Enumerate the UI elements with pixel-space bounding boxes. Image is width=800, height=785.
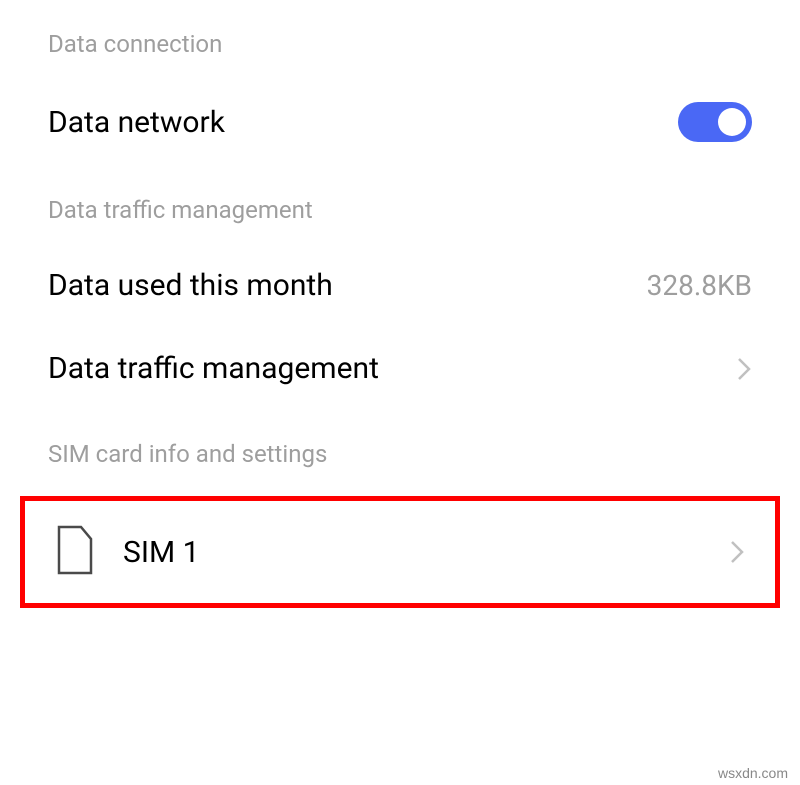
settings-page: Data connection Data network Data traffi… — [0, 0, 800, 608]
toggle-knob — [718, 108, 746, 136]
section-header-data-connection: Data connection — [0, 0, 800, 78]
sim-card-icon — [55, 525, 95, 579]
label-data-traffic-management: Data traffic management — [48, 351, 379, 386]
toggle-data-network[interactable] — [678, 102, 752, 142]
section-header-data-traffic: Data traffic management — [0, 166, 800, 244]
row-data-traffic-management[interactable]: Data traffic management — [0, 327, 800, 410]
sim-left-group: SIM 1 — [55, 525, 199, 579]
section-header-sim-card: SIM card info and settings — [0, 410, 800, 488]
row-data-network[interactable]: Data network — [0, 78, 800, 166]
value-data-used: 328.8KB — [647, 269, 752, 302]
watermark: wsxdn.com — [718, 765, 788, 781]
row-sim1[interactable]: SIM 1 — [25, 501, 775, 603]
highlight-box: SIM 1 — [20, 496, 780, 608]
chevron-right-icon — [729, 538, 745, 566]
chevron-right-icon — [736, 355, 752, 383]
label-sim1: SIM 1 — [123, 535, 199, 570]
row-data-used[interactable]: Data used this month 328.8KB — [0, 244, 800, 327]
label-data-network: Data network — [48, 105, 225, 140]
label-data-used: Data used this month — [48, 268, 333, 303]
